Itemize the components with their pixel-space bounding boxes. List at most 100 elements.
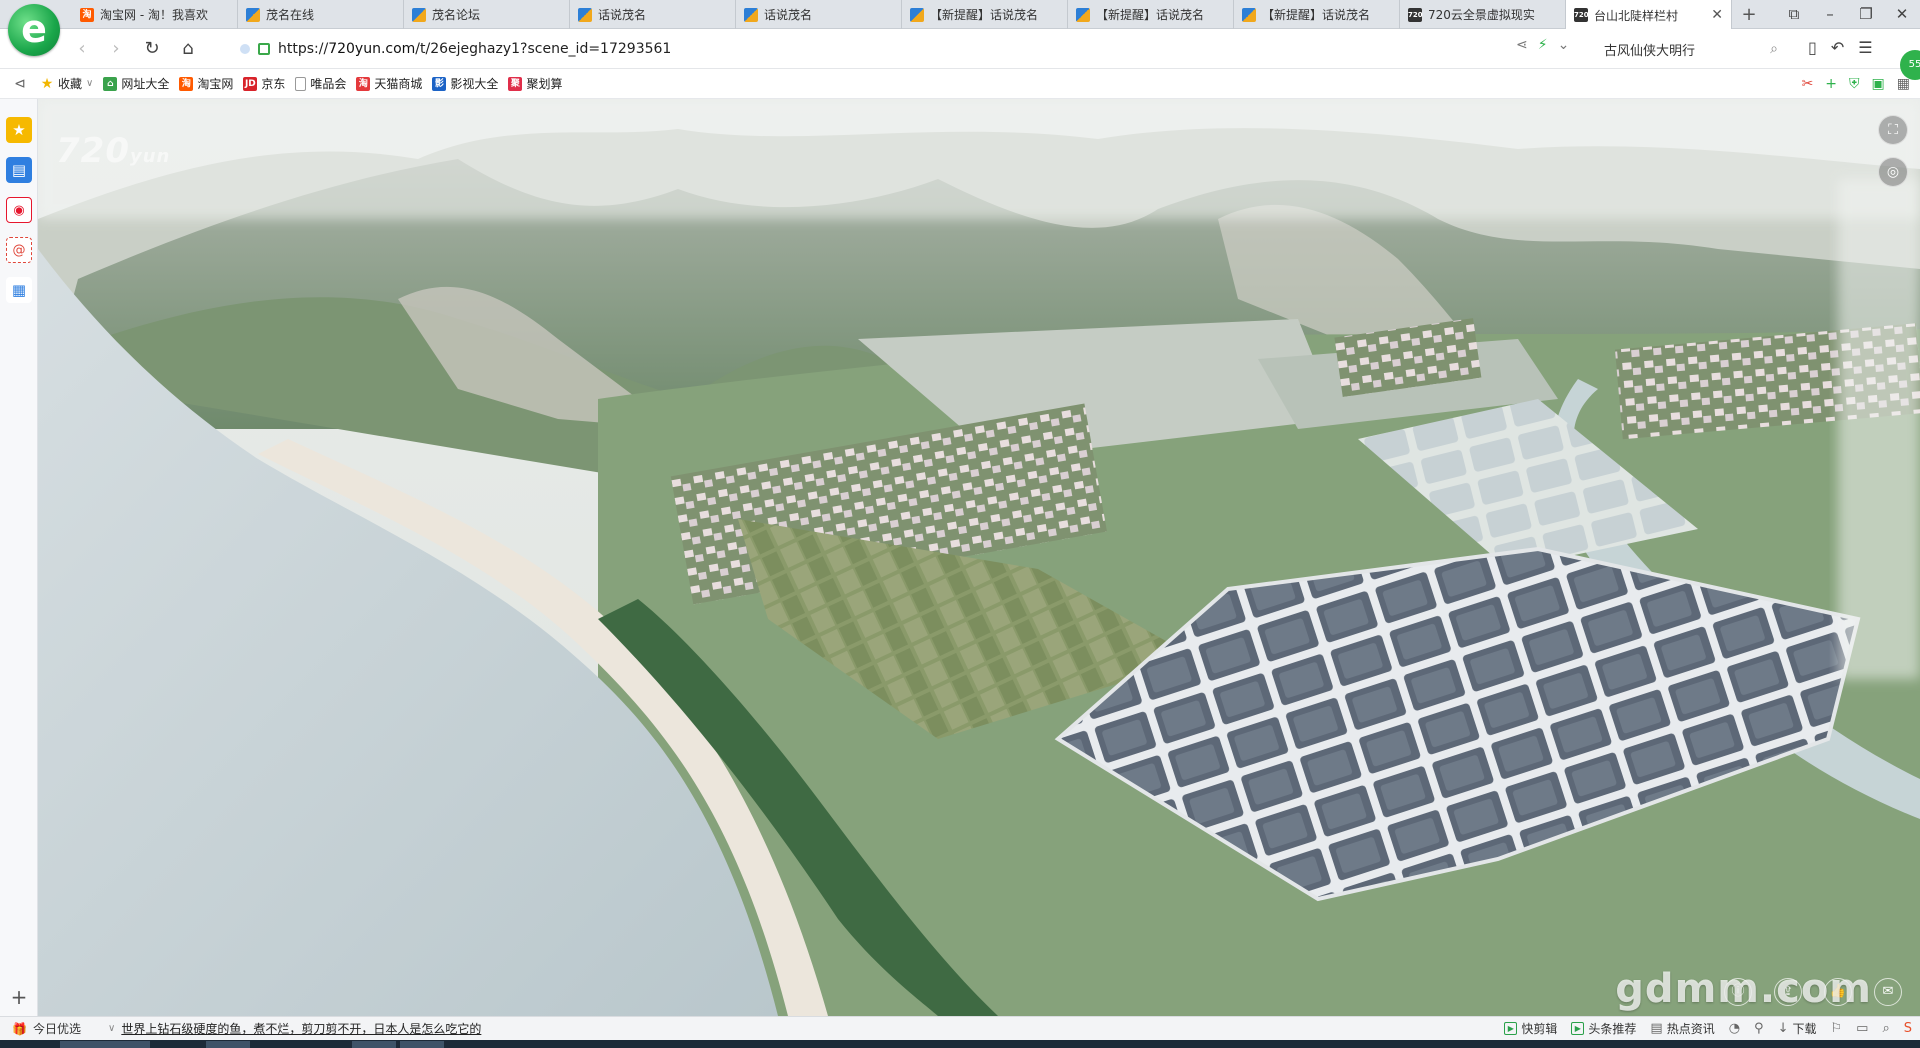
taskbar-item[interactable]	[400, 1041, 444, 1048]
close-window-button[interactable]: ✕	[1884, 0, 1920, 29]
scissors-icon[interactable]: ✂	[1802, 76, 1814, 92]
weibo-icon[interactable]: ◉	[6, 197, 32, 223]
status-bar: 🎁 今日优选 ∨ 世界上钻石级硬度的鱼，煮不烂，剪刀剪不开，日本人是怎么吃它的 …	[0, 1016, 1920, 1040]
daily-picks[interactable]: 🎁 今日优选	[0, 1020, 108, 1037]
add-sidebar-app-button[interactable]: +	[8, 986, 30, 1008]
tab-6[interactable]: 【新提醒】话说茂名	[902, 0, 1068, 29]
star-icon: ★	[40, 75, 54, 92]
sogou-ime-icon[interactable]: S	[1904, 1021, 1912, 1036]
taskbar-item[interactable]	[352, 1041, 396, 1048]
bookmark-label: 影视大全	[450, 77, 499, 91]
tab-label: 淘宝网 - 淘！我喜欢	[100, 8, 208, 22]
bookmark-4[interactable]: JD 京东	[243, 75, 285, 92]
back-button[interactable]: ‹	[70, 37, 94, 61]
tab-5[interactable]: 话说茂名	[736, 0, 902, 29]
headline-recommend-item[interactable]: ▶ 头条推荐	[1571, 1020, 1636, 1037]
taobao-favicon-icon: 淘	[80, 7, 94, 22]
home-button[interactable]: ⌂	[176, 37, 200, 61]
fullscreen-icon[interactable]: ⛶	[1878, 115, 1908, 145]
tab-label: 话说茂名	[764, 8, 813, 22]
video-icon: 影	[432, 76, 447, 91]
mail-icon[interactable]: @	[6, 237, 32, 263]
tab-label: 【新提醒】话说茂名	[1096, 8, 1205, 22]
game-icon[interactable]: ▣	[1872, 76, 1885, 92]
chevron-down-icon[interactable]: ∨	[108, 1023, 115, 1034]
toolbar-right: ▯ ↶ ☰	[1808, 38, 1873, 57]
taskbar-item[interactable]	[60, 1041, 150, 1048]
phone-icon[interactable]: ▯	[1808, 38, 1817, 57]
maoming-favicon-icon	[578, 7, 592, 22]
tab-3[interactable]: 茂名论坛	[404, 0, 570, 29]
os-taskbar	[0, 1040, 1920, 1048]
pin-icon[interactable]: ⚲	[1754, 1021, 1764, 1036]
gift-icon: 🎁	[12, 1021, 27, 1036]
taskbar-item[interactable]	[206, 1041, 250, 1048]
accelerate-icon[interactable]: ◔	[1729, 1021, 1740, 1036]
chevron-down-icon[interactable]: ⌄	[1558, 37, 1570, 53]
menu-icon[interactable]: ☰	[1858, 38, 1872, 57]
undo-icon[interactable]: ↶	[1831, 38, 1844, 57]
restore-tabs-icon[interactable]: ⧉	[1776, 0, 1812, 29]
address-bar[interactable]: https://720yun.com/t/26ejeghazy1?scene_i…	[236, 36, 1526, 62]
speed-mode-icon[interactable]: ⚡	[1538, 37, 1548, 53]
news-headline[interactable]: 世界上钻石级硬度的鱼，煮不烂，剪刀剪不开，日本人是怎么吃它的	[121, 1020, 481, 1037]
tab-8[interactable]: 【新提醒】话说茂名	[1234, 0, 1400, 29]
search-icon[interactable]: ⌕	[1770, 41, 1778, 57]
bookmark-6[interactable]: 淘天猫商城	[356, 75, 422, 92]
maximize-button[interactable]: ❐	[1848, 0, 1884, 29]
hot-news-item[interactable]: ▤ 热点资讯	[1650, 1020, 1714, 1037]
share-icon[interactable]: ⋖	[1516, 37, 1528, 53]
bookmark-5[interactable]: 唯品会	[295, 75, 346, 92]
bookmark-3[interactable]: 淘淘宝网	[179, 75, 233, 92]
tmall-icon: 淘	[356, 76, 371, 91]
reload-button[interactable]: ↻	[140, 37, 164, 61]
secure-lock-icon	[258, 43, 270, 55]
new-tab-button[interactable]: +	[1734, 0, 1764, 29]
bookmark-8[interactable]: 聚聚划算	[508, 75, 562, 92]
tab-2[interactable]: 茂名在线	[238, 0, 404, 29]
url-text[interactable]: https://720yun.com/t/26ejeghazy1?scene_i…	[278, 41, 671, 57]
tab-7[interactable]: 【新提醒】话说茂名	[1068, 0, 1234, 29]
tab-label: 【新提醒】话说茂名	[1262, 8, 1371, 22]
bookmark-1[interactable]: ★ 收藏 ∨	[40, 75, 94, 92]
flag-icon[interactable]: ⚐	[1831, 1021, 1843, 1036]
close-tab-icon[interactable]: ✕	[1711, 7, 1723, 23]
window-icon[interactable]: ▭	[1856, 1021, 1868, 1036]
tab-label: 话说茂名	[598, 8, 647, 22]
tab-4[interactable]: 话说茂名	[570, 0, 736, 29]
collapse-sidebar-icon[interactable]: ⊲	[0, 76, 40, 92]
bookmark-7[interactable]: 影影视大全	[432, 75, 498, 92]
news-feed-icon[interactable]: ▤	[6, 157, 32, 183]
vr-glasses-icon[interactable]: ◎	[1878, 157, 1908, 187]
yun720-favicon-icon: 720	[1408, 7, 1423, 22]
download-item[interactable]: ↓ 下载	[1778, 1020, 1817, 1037]
shield-icon[interactable]: ⛨	[1849, 76, 1860, 92]
notes-icon[interactable]: ▦	[6, 277, 32, 303]
bookmark-bar-tools: ✂ + ⛨ ▣ ▦	[1802, 76, 1910, 92]
tab-9[interactable]: 720 720云全景虚拟现实	[1400, 0, 1566, 29]
bookmark-2[interactable]: ⌂ 网址大全	[103, 75, 169, 92]
site-info-icon[interactable]	[240, 44, 250, 54]
tab-1[interactable]: 淘淘宝网 - 淘！我喜欢	[72, 0, 238, 29]
browser-logo-icon[interactable]: e	[8, 4, 60, 56]
zoom-icon[interactable]: ⌕	[1882, 1021, 1889, 1036]
minimize-button[interactable]: –	[1812, 0, 1848, 29]
quick-clip-item[interactable]: ▶ 快剪辑	[1504, 1020, 1557, 1037]
home-icon: ⌂	[103, 76, 118, 91]
search-suggestion[interactable]: 古风仙侠大明行	[1604, 40, 1695, 59]
favorites-icon[interactable]: ★	[6, 117, 32, 143]
maoming-favicon-icon	[246, 7, 260, 22]
tab-label: 茂名在线	[266, 8, 315, 22]
yun720-brand-logo: 720yun	[56, 131, 171, 171]
maoming-favicon-icon	[1242, 7, 1256, 22]
headline-icon: ▶	[1571, 1022, 1585, 1035]
add-icon[interactable]: +	[1825, 76, 1837, 92]
news-ticker[interactable]: ∨ 世界上钻石级硬度的鱼，煮不烂，剪刀剪不开，日本人是怎么吃它的	[108, 1020, 481, 1037]
search-box[interactable]: 古风仙侠大明行 ⌕	[1594, 34, 1788, 64]
chevron-down-icon[interactable]: ∨	[86, 78, 93, 89]
comment-icon[interactable]: ✉	[1874, 978, 1902, 1006]
bookmarks-bar: ⊲ ★ 收藏 ∨ ⌂ 网址大全淘淘宝网 JD 京东 唯品会淘天猫商城影影视大全聚聚划算 ✂ + ⛨ ▣…	[0, 69, 1920, 99]
tab-10[interactable]: 720 台山北陡样栏村 ✕	[1566, 0, 1732, 30]
forward-button[interactable]: ›	[104, 37, 128, 61]
panorama-viewer[interactable]: 720yun ⛶ ◎ ⓘ ⇪ 👍 ✉ gdmm.com	[38, 99, 1920, 1016]
